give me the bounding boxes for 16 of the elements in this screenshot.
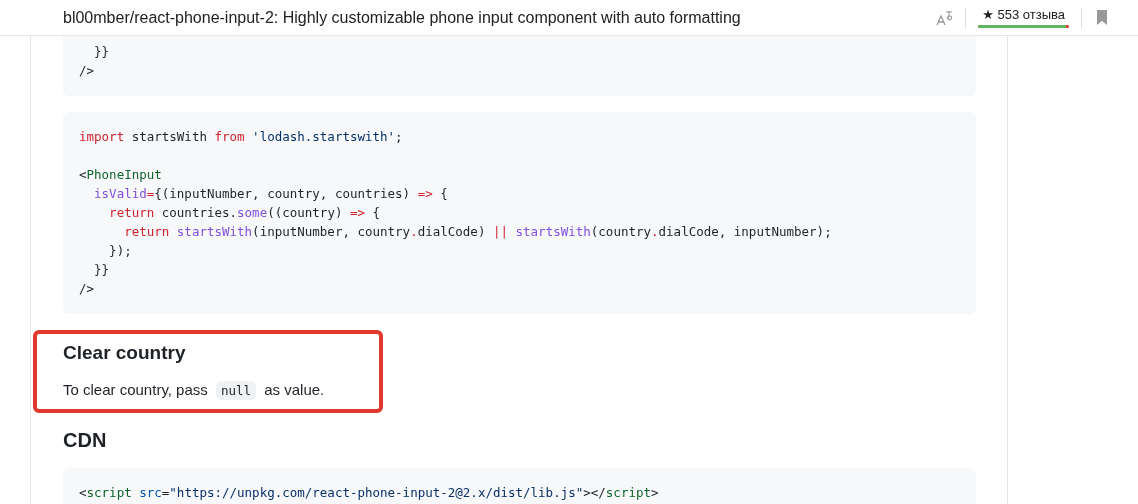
paragraph: To clear country, pass null as value. <box>63 380 326 402</box>
code-line: isValid={(inputNumber, country, countries) => { <box>93 185 448 203</box>
code-line: return startsWith(inputNumber, country.dialCode) || startsWith(country.dialCode, inputNumber); <box>123 223 832 241</box>
section-heading: Clear country <box>63 342 187 364</box>
reviews-rating[interactable]: ★ 553 отзыва <box>974 7 1073 28</box>
code-line: /> <box>79 62 95 80</box>
code-line: }} <box>93 43 110 61</box>
code-line: }} <box>93 261 110 279</box>
code-line: }); <box>108 242 132 260</box>
page-title: bl00mber/react-phone-input-2: Highly customizable phone input component with auto formatting <box>63 8 742 27</box>
code-line: import startsWith from 'lodash.startswith'; <box>79 128 403 146</box>
section-heading: CDN <box>63 429 108 452</box>
code-line: /> <box>79 280 95 298</box>
code-line: <script src="https://unpkg.com/react-phone-input-2@2.x/dist/lib.js"></script> <box>79 484 659 502</box>
code-line: <PhoneInput <box>79 166 162 184</box>
code-line: return countries.some((country) => { <box>108 204 381 222</box>
